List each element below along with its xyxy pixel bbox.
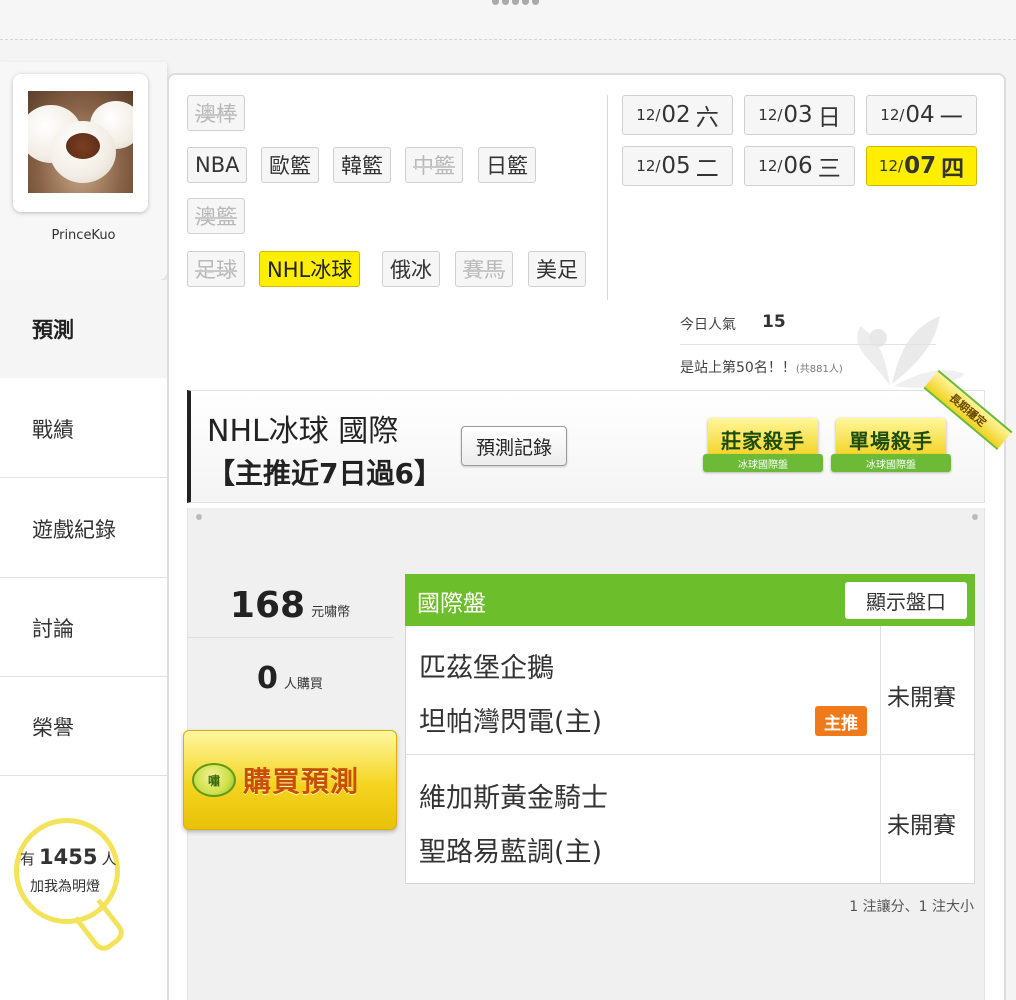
prediction-record-button[interactable]: 預測記錄 <box>461 426 567 466</box>
date-chip[interactable]: 12/03 日 <box>744 95 855 135</box>
page-indicator <box>492 0 539 5</box>
sport-chip-soccer: 足球 <box>187 251 245 287</box>
date-month: 12/ <box>758 106 783 124</box>
date-chip[interactable]: 12/05 二 <box>622 146 733 186</box>
sport-chip-japan-basketball[interactable]: 日籃 <box>478 147 536 183</box>
date-month: 12/ <box>758 157 783 175</box>
date-weekday: 三 <box>817 156 841 182</box>
date-month: 12/ <box>636 106 661 124</box>
avatar[interactable] <box>13 74 148 212</box>
date-day: 04 <box>905 102 935 128</box>
sport-chip-aus-baseball: 澳棒 <box>187 95 245 131</box>
date-day: 02 <box>661 102 691 128</box>
bet-summary: 1 注讓分、1 注大小 <box>849 899 974 915</box>
date-weekday: 六 <box>695 105 719 131</box>
date-weekday: 一 <box>939 105 963 131</box>
nav-item-label: 戰績 <box>32 417 74 442</box>
nav-item-label: 榮譽 <box>32 715 74 740</box>
sport-chip-china-basketball: 中籃 <box>405 147 463 183</box>
nav-item-discussion[interactable]: 討論 <box>0 579 167 677</box>
home-team: 聖路易藍調(主) <box>419 837 603 868</box>
match-table-title: 國際盤 <box>417 591 486 617</box>
nav-item-label: 遊戲紀錄 <box>32 517 116 542</box>
sport-chip-nba[interactable]: NBA <box>187 147 248 183</box>
popularity-label: 今日人氣 <box>680 317 736 333</box>
date-weekday: 日 <box>817 105 841 131</box>
divider <box>406 754 974 755</box>
divider <box>880 626 881 883</box>
buyers-row: 0 人購買 <box>187 640 393 716</box>
nav-item-game-log[interactable]: 遊戲紀錄 <box>0 480 167 578</box>
show-odds-button[interactable]: 顯示盤口 <box>845 582 967 619</box>
nav-item-predict[interactable]: 預測 <box>0 280 167 378</box>
buyers-unit: 人購買 <box>283 676 323 692</box>
date-month: 12/ <box>880 106 905 124</box>
medal-sub-label: 冰球國際盤 <box>831 454 951 472</box>
filter-divider <box>607 95 608 300</box>
date-day: 03 <box>783 102 813 128</box>
fans-prefix: 有 <box>20 850 36 868</box>
away-team: 匹茲堡企鵝 <box>419 653 554 684</box>
date-chip-selected[interactable]: 12/07 四 <box>866 146 977 186</box>
nav-item-record[interactable]: 戰績 <box>0 380 167 478</box>
main-pick-badge: 主推 <box>815 706 867 736</box>
nav-item-honor[interactable]: 榮譽 <box>0 678 167 776</box>
coin-icon: 嘯 <box>192 763 236 797</box>
sport-chip-euro-basketball[interactable]: 歐籃 <box>261 147 319 183</box>
username[interactable]: PrinceKuo <box>0 228 167 243</box>
avatar-photo <box>28 91 133 193</box>
sport-chip-russia-hockey[interactable]: 俄冰 <box>382 251 440 287</box>
away-team: 維加斯黃金騎士 <box>419 783 608 814</box>
divider <box>680 344 936 345</box>
rank-label: 是站上第50名！！ <box>680 360 796 376</box>
date-day: 07 <box>904 153 937 179</box>
sport-chip-american-football[interactable]: 美足 <box>528 251 586 287</box>
sport-chip-korea-basketball[interactable]: 韓籃 <box>333 147 391 183</box>
date-day: 05 <box>661 153 691 179</box>
nav-item-label: 預測 <box>32 318 74 342</box>
date-month: 12/ <box>878 157 904 175</box>
buy-prediction-label[interactable]: 購買預測 <box>243 760 359 800</box>
buyers-value: 0 <box>257 660 278 696</box>
rank-total: (共881人) <box>795 364 843 375</box>
nav-item-label: 討論 <box>32 616 74 641</box>
fans-count: 有 1455 人 <box>20 845 116 869</box>
date-weekday: 二 <box>695 156 719 182</box>
top-strip <box>0 0 1016 40</box>
game-status: 未開賽 <box>887 685 956 711</box>
date-weekday: 四 <box>941 156 965 182</box>
fans-number: 1455 <box>39 845 98 869</box>
sport-chip-aus-basketball: 澳籃 <box>187 198 245 234</box>
price-row: 168 元嘯幣 <box>187 574 393 638</box>
date-chip[interactable]: 12/04 一 <box>866 95 977 135</box>
fans-suffix: 人 <box>101 850 117 868</box>
sport-chip-nhl[interactable]: NHL冰球 <box>259 251 361 287</box>
date-day: 06 <box>783 153 813 179</box>
sport-chip-horse-racing: 賽馬 <box>455 251 513 287</box>
popularity-value: 15 <box>762 312 786 332</box>
rivet <box>972 514 978 520</box>
medal-sub-label: 冰球國際盤 <box>703 454 823 472</box>
rivet <box>196 514 202 520</box>
price-value: 168 <box>229 585 306 626</box>
price-unit: 元嘯幣 <box>311 605 351 620</box>
date-month: 12/ <box>636 157 661 175</box>
date-chip[interactable]: 12/02 六 <box>622 95 733 135</box>
league-title: NHL冰球 國際 <box>207 414 399 449</box>
home-team: 坦帕灣閃電(主) <box>419 707 603 738</box>
follow-label[interactable]: 加我為明燈 <box>30 876 100 896</box>
streak-title: 【主推近7日過6】 <box>207 457 442 490</box>
rank-text: 是站上第50名！！(共881人) <box>680 357 843 377</box>
game-status: 未開賽 <box>887 813 956 839</box>
date-chip[interactable]: 12/06 三 <box>744 146 855 186</box>
